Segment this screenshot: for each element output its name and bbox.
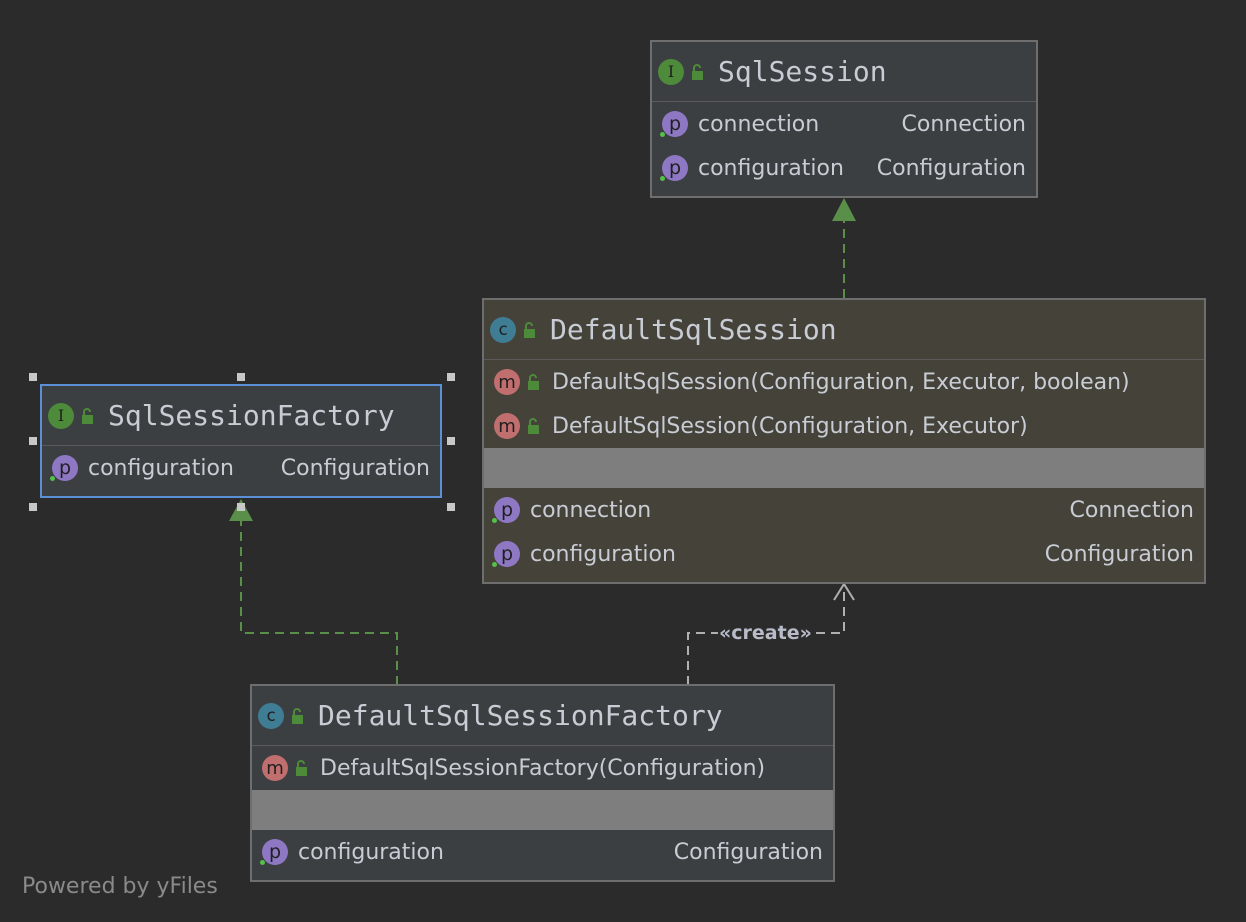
field-type: Configuration — [280, 455, 430, 481]
resize-handle[interactable] — [447, 373, 455, 381]
unlocked-public-icon — [528, 374, 539, 390]
sql-session-factory-title: SqlSessionFactory — [108, 399, 395, 432]
default-sql-session-node[interactable]: c DefaultSqlSession m DefaultSqlSession(… — [482, 298, 1206, 584]
interface-icon: I — [48, 402, 74, 429]
unlocked-public-icon — [528, 418, 539, 434]
resize-handle[interactable] — [237, 373, 245, 381]
section-divider — [252, 790, 833, 830]
class-icon: c — [490, 316, 516, 343]
property-icon: p — [50, 455, 78, 481]
unlocked-public-icon — [524, 321, 535, 338]
method-row[interactable]: m DefaultSqlSession(Configuration, Execu… — [484, 404, 1204, 448]
field-name: connection — [698, 111, 820, 137]
sql-session-header: I SqlSession — [652, 42, 1036, 102]
method-icon: m — [494, 369, 520, 395]
resize-handle[interactable] — [237, 503, 245, 511]
property-icon: p — [660, 111, 688, 137]
resize-handle[interactable] — [29, 437, 37, 445]
field-name: configuration — [698, 155, 844, 181]
field-name: configuration — [88, 455, 234, 481]
sql-session-title: SqlSession — [718, 55, 887, 88]
sql-session-factory-node[interactable]: I SqlSessionFactory p configuration Conf… — [40, 384, 442, 498]
default-sql-session-title: DefaultSqlSession — [550, 313, 837, 346]
field-name: configuration — [298, 839, 444, 865]
unlocked-public-icon — [296, 760, 307, 776]
sql-session-factory-header: I SqlSessionFactory — [42, 386, 440, 446]
default-sql-session-header: c DefaultSqlSession — [484, 300, 1204, 360]
field-name: connection — [530, 497, 652, 523]
field-row[interactable]: p configuration Configuration — [484, 532, 1204, 576]
class-icon: c — [258, 702, 284, 729]
field-row[interactable]: p connection Connection — [652, 102, 1036, 146]
method-icon: m — [262, 755, 288, 781]
field-type: Connection — [901, 111, 1026, 137]
powered-by-footer: Powered by yFiles — [22, 874, 218, 899]
resize-handle[interactable] — [29, 503, 37, 511]
default-sql-session-factory-header: c DefaultSqlSessionFactory — [252, 686, 833, 746]
field-row[interactable]: p connection Connection — [484, 488, 1204, 532]
field-row[interactable]: p configuration Configuration — [252, 830, 833, 874]
interface-icon: I — [658, 58, 684, 85]
resize-handle[interactable] — [447, 437, 455, 445]
realization-edge-default-sql-session[interactable] — [832, 198, 856, 298]
property-icon: p — [660, 155, 688, 181]
field-row[interactable]: p configuration Configuration — [42, 446, 440, 490]
realization-edge-default-sql-session-factory[interactable] — [229, 499, 398, 685]
property-icon: p — [492, 541, 520, 567]
field-row[interactable]: p configuration Configuration — [652, 146, 1036, 190]
section-divider — [484, 448, 1204, 488]
field-type: Configuration — [876, 155, 1026, 181]
default-sql-session-factory-title: DefaultSqlSessionFactory — [318, 699, 723, 732]
sql-session-node[interactable]: I SqlSession p connection Connection p c… — [650, 40, 1038, 198]
field-name: configuration — [530, 541, 676, 567]
method-icon: m — [494, 413, 520, 439]
field-type: Connection — [1069, 497, 1194, 523]
method-signature: DefaultSqlSession(Configuration, Executo… — [552, 413, 1028, 439]
create-stereotype-label: «create» — [718, 622, 813, 644]
method-signature: DefaultSqlSessionFactory(Configuration) — [320, 755, 766, 781]
resize-handle[interactable] — [447, 503, 455, 511]
property-icon: p — [260, 839, 288, 865]
resize-handle[interactable] — [29, 373, 37, 381]
property-icon: p — [492, 497, 520, 523]
unlocked-public-icon — [292, 707, 303, 724]
field-type: Configuration — [673, 839, 823, 865]
method-row[interactable]: m DefaultSqlSession(Configuration, Execu… — [484, 360, 1204, 404]
unlocked-public-icon — [82, 407, 93, 424]
method-row[interactable]: m DefaultSqlSessionFactory(Configuration… — [252, 746, 833, 790]
method-signature: DefaultSqlSession(Configuration, Executo… — [552, 369, 1130, 395]
field-type: Configuration — [1044, 541, 1194, 567]
default-sql-session-factory-node[interactable]: c DefaultSqlSessionFactory m DefaultSqlS… — [250, 684, 835, 882]
unlocked-public-icon — [692, 63, 703, 80]
